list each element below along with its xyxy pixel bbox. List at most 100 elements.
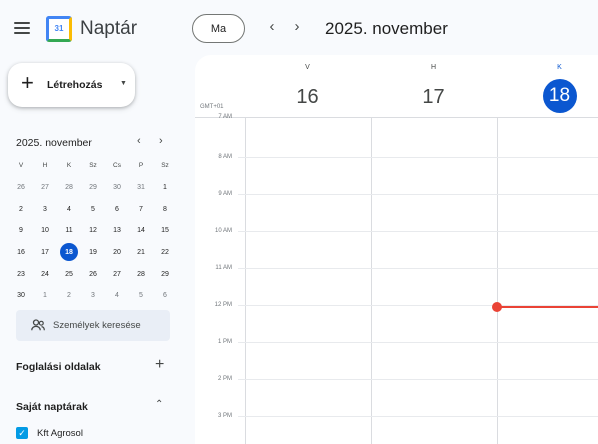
mini-day[interactable]: 5	[129, 292, 153, 299]
mini-day-selected[interactable]: 18	[57, 243, 81, 262]
mini-day[interactable]: 24	[33, 271, 57, 278]
mini-day[interactable]: 15	[153, 227, 177, 234]
mini-weekday: H	[42, 162, 48, 170]
mini-day[interactable]: 28	[129, 271, 153, 278]
mini-calendar-week: 9 10 11 12 13 14 15	[9, 220, 177, 242]
mini-day[interactable]: 30	[105, 184, 129, 191]
mini-day[interactable]: 29	[153, 271, 177, 278]
plus-icon: +	[21, 70, 34, 95]
mini-day[interactable]: 31	[129, 184, 153, 191]
mini-calendar-week: 23 24 25 26 27 28 29	[9, 263, 177, 285]
mini-day[interactable]: 6	[105, 206, 129, 213]
create-button-label: Létrehozás	[47, 79, 103, 91]
hour-gridline	[238, 231, 598, 232]
day-header: V 16	[245, 55, 370, 117]
people-search-input[interactable]: Személyek keresése	[16, 310, 170, 341]
mini-day[interactable]: 9	[9, 227, 33, 234]
mini-day[interactable]: 21	[129, 249, 153, 256]
current-time-dot	[492, 302, 502, 312]
create-button[interactable]: + Létrehozás ▼	[8, 63, 135, 107]
day-header-weekday: V	[305, 64, 310, 71]
mini-day[interactable]: 2	[57, 292, 81, 299]
mini-weekday: Sz	[89, 162, 97, 170]
mini-day[interactable]: 14	[129, 227, 153, 234]
mini-day[interactable]: 27	[33, 184, 57, 191]
mini-weekday: K	[66, 162, 72, 170]
mini-day[interactable]: 12	[81, 227, 105, 234]
mini-calendar-prev-chevron-icon[interactable]: ‹	[137, 135, 141, 147]
mini-calendar-week: 26 27 28 29 30 31 1	[9, 177, 177, 199]
period-title: 2025. november	[325, 19, 448, 38]
mini-weekday: V	[18, 162, 24, 170]
mini-day[interactable]: 1	[153, 184, 177, 191]
mini-day[interactable]: 30	[9, 292, 33, 299]
mini-day[interactable]: 2	[9, 206, 33, 213]
mini-day[interactable]: 23	[9, 271, 33, 278]
hour-label: 10 AM	[214, 228, 232, 234]
app-title: Naptár	[80, 18, 138, 39]
mini-day[interactable]: 17	[33, 249, 57, 256]
mini-day[interactable]: 13	[105, 227, 129, 234]
day-header-date[interactable]: 17	[416, 79, 452, 115]
mini-day[interactable]: 4	[57, 206, 81, 213]
hour-label: 1 PM	[217, 339, 232, 345]
people-icon	[31, 319, 45, 331]
day-header: H 17	[371, 55, 496, 117]
mini-day[interactable]: 8	[153, 206, 177, 213]
day-column-divider	[245, 118, 246, 444]
mini-calendar-week: 16 17 18 19 20 21 22	[9, 242, 177, 264]
day-column-divider	[371, 118, 372, 444]
previous-period-chevron-icon[interactable]: ‹	[264, 18, 280, 35]
day-header-weekday: K	[557, 64, 562, 71]
hour-label: 12 PM	[214, 302, 232, 308]
mini-day[interactable]: 28	[57, 184, 81, 191]
calendar-checkbox-checked-icon[interactable]: ✓	[16, 427, 28, 439]
mini-day[interactable]: 1	[33, 292, 57, 299]
mini-day[interactable]: 16	[9, 249, 33, 256]
timezone-label: GMT+01	[200, 104, 224, 110]
time-grid[interactable]: 7 AM 8 AM 9 AM 10 AM 11 AM 12 PM 1 PM 2 …	[195, 114, 598, 444]
mini-day[interactable]: 11	[57, 227, 81, 234]
mini-day[interactable]: 26	[81, 271, 105, 278]
main-menu-icon[interactable]	[14, 22, 30, 35]
hour-gridline	[238, 268, 598, 269]
add-booking-page-plus-icon[interactable]: +	[155, 356, 164, 374]
calendar-list-item[interactable]: ✓ Kft Agrosol	[16, 427, 83, 439]
hour-label: 9 AM	[218, 191, 232, 197]
mini-day[interactable]: 6	[153, 292, 177, 299]
day-column-divider	[497, 118, 498, 444]
hour-label: 3 PM	[217, 413, 232, 419]
hour-label: 11 AM	[215, 265, 232, 271]
mini-day[interactable]: 22	[153, 249, 177, 256]
mini-day[interactable]: 10	[33, 227, 57, 234]
collapse-chevron-up-icon[interactable]: ⌃	[155, 399, 163, 410]
hour-label: 7 AM	[218, 114, 232, 120]
mini-day[interactable]: 7	[129, 206, 153, 213]
today-button[interactable]: Ma	[192, 14, 245, 43]
mini-day[interactable]: 19	[81, 249, 105, 256]
mini-day[interactable]: 5	[81, 206, 105, 213]
mini-day[interactable]: 4	[105, 292, 129, 299]
people-search-placeholder: Személyek keresése	[53, 320, 141, 331]
mini-day[interactable]: 29	[81, 184, 105, 191]
day-header-date[interactable]: 16	[290, 79, 326, 115]
booking-pages-heading: Foglalási oldalak	[16, 361, 101, 373]
day-header-date-today[interactable]: 18	[542, 79, 577, 113]
day-header-today: K 18	[497, 55, 598, 117]
current-time-line	[497, 306, 598, 308]
mini-day[interactable]: 27	[105, 271, 129, 278]
mini-day[interactable]: 3	[33, 206, 57, 213]
mini-calendar-week: 2 3 4 5 6 7 8	[9, 198, 177, 220]
mini-calendar-next-chevron-icon[interactable]: ›	[159, 135, 163, 147]
hour-gridline	[238, 157, 598, 158]
mini-calendar-title: 2025. november	[16, 137, 92, 149]
next-period-chevron-icon[interactable]: ›	[289, 18, 305, 35]
hour-gridline	[238, 379, 598, 380]
mini-day[interactable]: 3	[81, 292, 105, 299]
mini-day[interactable]: 26	[9, 184, 33, 191]
mini-day[interactable]: 25	[57, 271, 81, 278]
hour-gridline	[238, 416, 598, 417]
mini-weekday: P	[138, 162, 144, 170]
my-calendars-heading[interactable]: Saját naptárak	[16, 401, 88, 413]
mini-day[interactable]: 20	[105, 249, 129, 256]
